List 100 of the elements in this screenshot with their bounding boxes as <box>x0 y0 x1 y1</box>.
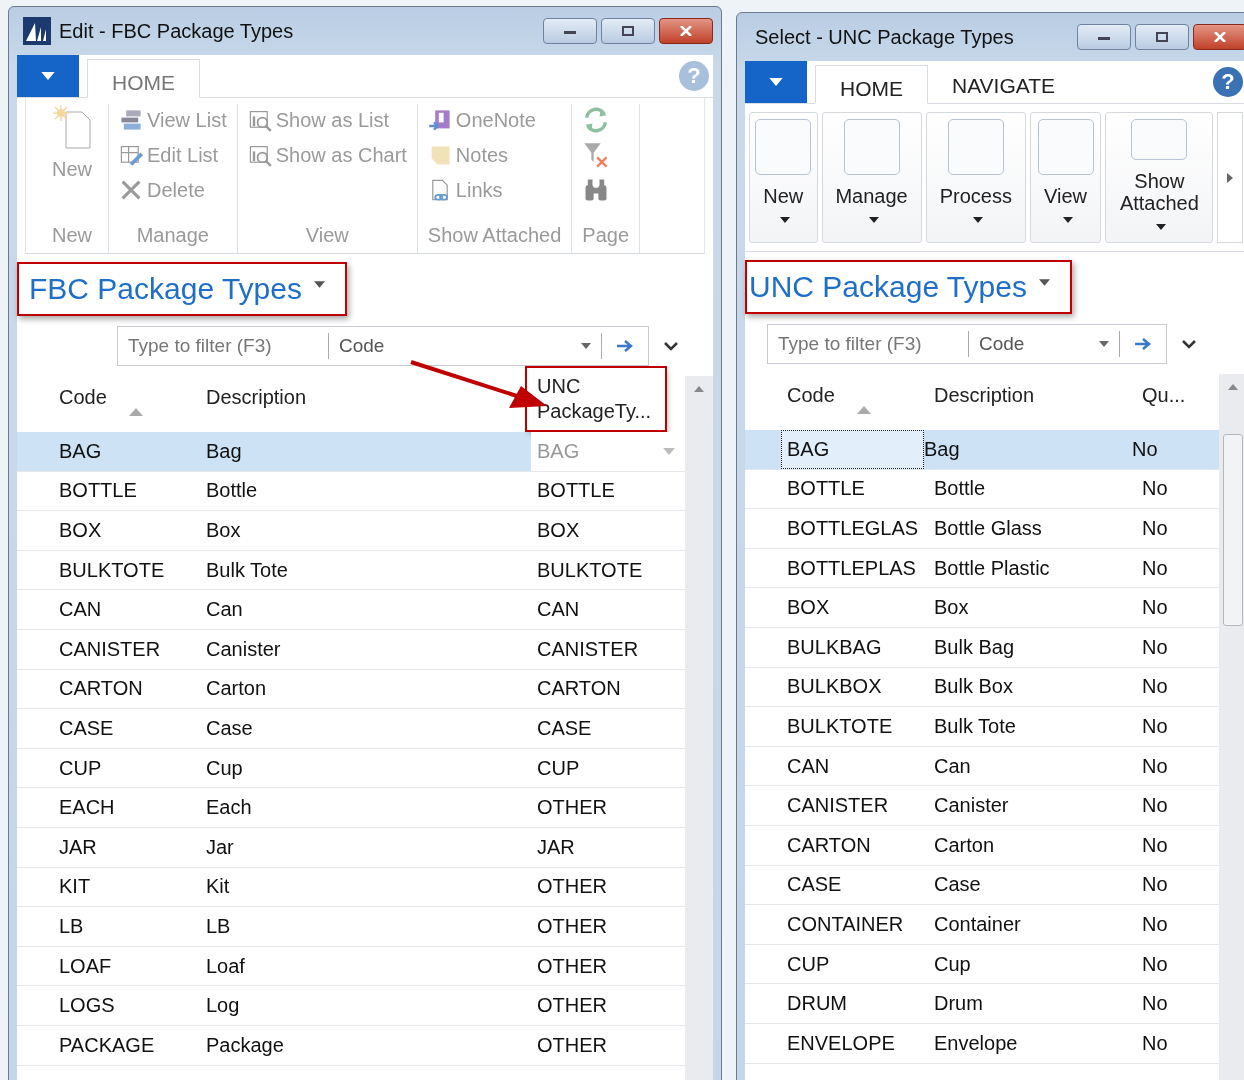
page-title[interactable]: UNC Package Types <box>745 260 1073 314</box>
ribbon-group-button[interactable]: View <box>1029 112 1102 243</box>
ribbon-group-button[interactable]: Show Attached <box>1105 112 1214 243</box>
table-cell: No <box>1142 714 1168 738</box>
table-cell: BOTTLE <box>537 479 615 503</box>
table-row[interactable]: DRUM Drum No <box>745 984 1219 1024</box>
scroll-up-icon[interactable] <box>694 386 704 392</box>
table-row[interactable]: BULKTOTE Bulk Tote No <box>745 707 1219 747</box>
table-cell: BULKBOX <box>787 675 882 699</box>
ribbon-tab[interactable]: HOME <box>815 65 928 104</box>
chevron-down-icon[interactable] <box>1181 339 1197 349</box>
table-cell: PACKAGE <box>59 1033 155 1057</box>
table-row[interactable]: BOTTLEGLAS Bottle Glass No <box>745 509 1219 549</box>
table-cell: CAN <box>537 598 580 622</box>
icon-placeholder <box>947 119 1004 175</box>
table-cell: No <box>1142 754 1168 778</box>
icon-placeholder <box>755 119 812 175</box>
table-cell: Each <box>206 796 252 820</box>
table-cell: No <box>1142 1031 1168 1055</box>
ribbon-tab[interactable]: NAVIGATE <box>928 61 1080 103</box>
table-cell: LOGS <box>59 994 115 1018</box>
table-cell: Box <box>934 596 969 620</box>
table-cell: Package <box>206 1033 284 1057</box>
table-cell: No <box>1142 635 1168 659</box>
table-cell: CUP <box>537 756 580 780</box>
scrollbar-thumb[interactable] <box>1223 434 1243 626</box>
table-cell: CARTON <box>787 833 871 857</box>
scroll-up-icon[interactable] <box>1228 384 1238 390</box>
table-row[interactable]: BAG Bag No <box>745 430 1219 470</box>
table-cell: BULKBAG <box>787 635 882 659</box>
table-cell: BOX <box>787 596 830 620</box>
table-cell: No <box>1142 596 1168 620</box>
table-row[interactable]: BULKBAG Bulk Bag No <box>745 627 1219 668</box>
table-row[interactable]: CONTAINER Container No <box>745 905 1219 945</box>
table-cell: CARTON <box>59 677 143 701</box>
caret-icon <box>581 343 591 349</box>
dropdown-caret-icon[interactable] <box>663 447 675 455</box>
table-cell: BAG <box>59 439 102 463</box>
maximize-button[interactable] <box>1135 24 1189 50</box>
table-cell: Bottle <box>934 477 986 501</box>
chart-view-icon <box>247 108 272 132</box>
close-button[interactable] <box>1193 24 1244 50</box>
table-cell: No <box>1132 437 1158 461</box>
table-cell: BOX <box>537 519 580 542</box>
table-row[interactable]: BOX Box No <box>745 588 1219 628</box>
table-cell: ENVELOPE <box>787 1031 895 1055</box>
ribbon-group-button[interactable]: Process <box>925 112 1026 243</box>
ribbon-group-button[interactable]: Manage <box>821 112 922 243</box>
filter-column-dropdown[interactable]: Code <box>329 333 602 359</box>
group-label: View <box>304 224 350 248</box>
table-row[interactable]: CARTON Carton No <box>745 825 1219 866</box>
ribbon-group-button[interactable]: New <box>749 112 818 243</box>
table-cell: No <box>1142 952 1168 976</box>
minimize-button[interactable] <box>1077 24 1131 50</box>
table-cell: Bulk Tote <box>934 714 1016 738</box>
icon-placeholder <box>843 119 900 175</box>
table-cell: Bulk Box <box>934 675 1013 699</box>
table-row[interactable]: BOTTLEPLAS Bottle Plastic No <box>745 548 1219 589</box>
table-row[interactable]: CUP Cup No <box>745 944 1219 985</box>
table-cell: BAG <box>537 439 580 463</box>
table-cell: CAN <box>787 754 830 778</box>
table-cell: Canister <box>206 637 281 661</box>
table-row[interactable]: CANISTER Canister No <box>745 786 1219 826</box>
table-cell: CASE <box>59 716 114 740</box>
table-cell: BAG <box>787 437 830 461</box>
table-cell: DRUM <box>787 992 847 1016</box>
table-cell: No <box>1142 992 1168 1016</box>
table-row[interactable]: BULKBOX Bulk Box No <box>745 667 1219 708</box>
table-cell: JAR <box>537 835 575 859</box>
table-cell: CANISTER <box>59 637 161 661</box>
table-cell: BOTTLEPLAS <box>787 556 916 580</box>
table-row[interactable]: CAN Can No <box>745 746 1219 787</box>
window-title: Select - UNC Package Types <box>755 25 1014 49</box>
filter-bar[interactable]: Type to filter (F3) Code <box>767 324 1167 364</box>
table-cell: Carton <box>206 677 267 701</box>
table-cell: Envelope <box>934 1031 1018 1055</box>
arrow-right-icon <box>615 339 635 353</box>
table-row[interactable]: ENVELOPE Envelope No <box>745 1023 1219 1064</box>
column-header[interactable]: Qu... <box>1142 384 1186 407</box>
table-cell: OTHER <box>537 875 607 899</box>
group-label: Manage <box>135 224 210 248</box>
table-row[interactable]: BOTTLE Bottle No <box>745 469 1219 510</box>
help-button[interactable]: ? <box>1213 67 1243 97</box>
list-icon <box>119 108 143 132</box>
filter-column-dropdown[interactable]: Code <box>969 331 1120 357</box>
table-cell: CASE <box>537 716 592 740</box>
table-cell: CAN <box>59 598 102 622</box>
ribbon-tab[interactable]: HOME <box>87 59 200 98</box>
table-cell: KIT <box>59 875 91 899</box>
column-header[interactable]: Description <box>934 384 1035 407</box>
table-cell: BOTTLE <box>59 479 137 503</box>
table-row[interactable]: CASE Case No <box>745 865 1219 906</box>
table-cell: Can <box>206 598 243 622</box>
vertical-scrollbar[interactable] <box>1219 374 1244 1080</box>
menu-dropdown-button[interactable] <box>745 61 807 103</box>
column-header[interactable]: Code <box>787 384 835 407</box>
caret-icon <box>314 281 326 288</box>
table-cell: Loaf <box>206 954 245 978</box>
table-cell: OTHER <box>537 796 607 820</box>
menu-dropdown-button[interactable] <box>17 55 79 97</box>
